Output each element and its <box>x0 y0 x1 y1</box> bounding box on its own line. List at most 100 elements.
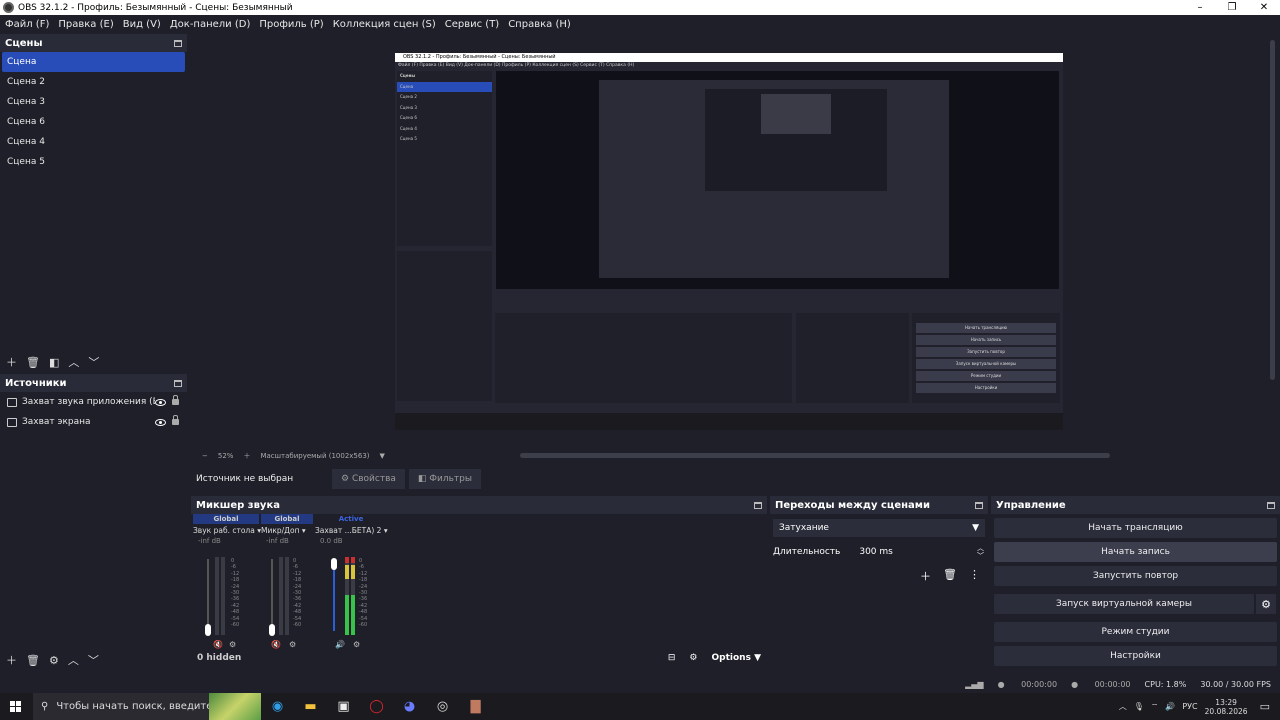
lock-icon[interactable] <box>172 415 179 425</box>
menu-docks[interactable]: Док-панели (D) <box>170 19 251 30</box>
spin-arrows-icon[interactable]: ︿ ﹀ <box>977 544 984 560</box>
start-streaming-button[interactable]: Начать трансляцию <box>994 518 1277 538</box>
store-icon[interactable]: ▣ <box>327 693 360 720</box>
edge-browser-icon[interactable]: ◉ <box>261 693 294 720</box>
properties-button[interactable]: ⚙ Свойства <box>332 469 405 489</box>
undock-icon[interactable] <box>174 379 182 387</box>
clock[interactable]: 13:29 20.08.2026 <box>1205 698 1248 716</box>
opera-icon[interactable]: ◯ <box>360 693 393 720</box>
undock-icon[interactable] <box>174 39 182 47</box>
nested-scene-item: Сцена 5 <box>400 136 417 141</box>
vertical-scrollbar[interactable] <box>1270 40 1275 380</box>
chevron-up-icon[interactable]: ︿ <box>1119 701 1127 712</box>
undock-icon[interactable] <box>1267 501 1275 509</box>
undock-icon[interactable] <box>754 501 762 509</box>
scene-item[interactable]: Сцена 2 <box>2 72 185 92</box>
chevron-down-icon[interactable]: ▼ <box>380 452 385 460</box>
layout-toggle-icon[interactable]: ⊟ <box>668 653 676 663</box>
scene-item[interactable]: Сцена 3 <box>2 92 185 112</box>
obs-taskbar-icon[interactable]: ◎ <box>426 693 459 720</box>
add-source-button[interactable]: ＋ <box>6 652 17 668</box>
add-transition-button[interactable]: ＋ <box>920 568 931 584</box>
windows-start-icon[interactable] <box>10 701 21 712</box>
move-down-button[interactable]: ﹀ <box>88 354 99 370</box>
volume-fader[interactable] <box>207 559 209 631</box>
channel-settings-icon[interactable]: ⚙ <box>289 640 296 649</box>
add-scene-button[interactable]: ＋ <box>6 354 17 370</box>
scene-filters-button[interactable]: ◧ <box>49 356 59 369</box>
microphone-icon[interactable]: 🎙 <box>1134 702 1144 711</box>
network-icon[interactable]: ⌔ <box>1151 702 1159 712</box>
advanced-audio-icon[interactable]: ⚙ <box>689 653 697 663</box>
visibility-eye-icon[interactable] <box>155 418 166 426</box>
scenes-dock: Сцены Сцена Сцена 2 Сцена 3 Сцена 6 Сцен… <box>0 34 187 372</box>
remove-scene-button[interactable]: 🗑 <box>26 356 40 369</box>
channel-settings-icon[interactable]: ⚙ <box>229 640 236 649</box>
speaker-icon[interactable]: 🔊 <box>335 640 345 649</box>
move-up-button[interactable]: ︿ <box>68 354 79 370</box>
fader-knob[interactable] <box>331 558 337 570</box>
channel-name[interactable]: Звук раб. стола ▾ <box>193 524 261 537</box>
visibility-eye-icon[interactable] <box>155 398 166 406</box>
mixer-channel: Global Микр/Доп ▾ -inf dB 0 -6 -12 -18 -24 -3… <box>261 514 313 649</box>
taskbar-search[interactable]: ⚲ Чтобы начать поиск, введите <box>33 693 261 720</box>
messenger-icon[interactable]: ◕ <box>393 693 426 720</box>
lock-icon[interactable] <box>172 395 179 405</box>
menu-view[interactable]: Вид (V) <box>123 19 161 30</box>
scene-item[interactable]: Сцена <box>2 52 185 72</box>
options-button[interactable]: Options ▼ <box>712 653 762 663</box>
source-properties-gear-icon[interactable]: ⚙ <box>49 654 59 667</box>
studio-mode-button[interactable]: Режим студии <box>994 622 1277 642</box>
channel-name[interactable]: Захват ...БЕТА) 2 ▾ <box>315 524 388 537</box>
muted-speaker-icon[interactable]: 🔇 <box>213 640 223 649</box>
scene-item[interactable]: Сцена 4 <box>2 132 185 152</box>
remove-source-button[interactable]: 🗑 <box>26 654 40 667</box>
filters-button[interactable]: ◧ Фильтры <box>408 469 481 489</box>
minimize-button[interactable]: – <box>1184 2 1216 13</box>
zoom-in-button[interactable]: ＋ <box>243 451 250 461</box>
menu-scene-collection[interactable]: Коллекция сцен (S) <box>333 19 436 30</box>
channel-name[interactable]: Микр/Доп ▾ <box>261 524 313 537</box>
user-app-icon[interactable]: ▇ <box>459 693 492 720</box>
menu-tools[interactable]: Сервис (T) <box>445 19 499 30</box>
level-meter <box>221 557 225 635</box>
undock-icon[interactable] <box>975 501 983 509</box>
menu-profile[interactable]: Профиль (P) <box>259 19 323 30</box>
transition-menu-button[interactable]: ⋮ <box>969 568 980 584</box>
language-indicator[interactable]: РУС <box>1182 702 1197 711</box>
settings-button[interactable]: Настройки <box>994 646 1277 666</box>
move-up-button[interactable]: ︿ <box>68 652 79 668</box>
sources-header: Источники <box>0 374 187 392</box>
scene-item[interactable]: Сцена 6 <box>2 112 185 132</box>
start-virtual-camera-button[interactable]: Запуск виртуальной камеры <box>994 594 1254 614</box>
volume-fader[interactable] <box>271 559 273 631</box>
duration-spinbox[interactable]: 300 ms ︿ ﹀ <box>850 543 985 561</box>
muted-speaker-icon[interactable]: 🔇 <box>271 640 281 649</box>
virtual-camera-settings-gear-icon[interactable]: ⚙ <box>1256 594 1276 614</box>
channel-settings-icon[interactable]: ⚙ <box>353 640 360 649</box>
speaker-icon[interactable]: 🔊 <box>1165 702 1175 711</box>
menu-help[interactable]: Справка (H) <box>508 19 571 30</box>
start-replay-button[interactable]: Запустить повтор <box>994 566 1277 586</box>
notifications-icon[interactable]: ▭ <box>1260 700 1270 713</box>
remove-transition-button[interactable]: 🗑 <box>943 568 957 584</box>
maximize-button[interactable]: ❐ <box>1216 2 1248 13</box>
start-recording-button[interactable]: Начать запись <box>994 542 1277 562</box>
menu-file[interactable]: Файл (F) <box>5 19 49 30</box>
level-meter <box>279 557 283 635</box>
preview-canvas[interactable]: OBS 32.1.2 - Профиль: Безымянный - Сцены… <box>395 53 1063 430</box>
scale-mode[interactable]: Масштабируемый (1002x563) <box>260 452 369 460</box>
fader-knob[interactable] <box>269 624 275 636</box>
move-down-button[interactable]: ﹀ <box>88 652 99 668</box>
file-explorer-icon[interactable]: ▬ <box>294 693 327 720</box>
scene-item[interactable]: Сцена 5 <box>2 152 185 172</box>
zoom-out-button[interactable]: − <box>202 452 208 460</box>
menu-edit[interactable]: Правка (E) <box>58 19 113 30</box>
duration-row: Длительность 300 ms ︿ ﹀ <box>770 542 988 562</box>
source-item[interactable]: Захват звука приложения (БЕТА) <box>0 392 187 412</box>
close-button[interactable]: ✕ <box>1248 2 1280 13</box>
transition-select[interactable]: Затухание ▼ <box>773 519 985 537</box>
fader-knob[interactable] <box>205 624 211 636</box>
horizontal-scrollbar[interactable] <box>520 453 1110 458</box>
source-item[interactable]: Захват экрана <box>0 412 187 432</box>
